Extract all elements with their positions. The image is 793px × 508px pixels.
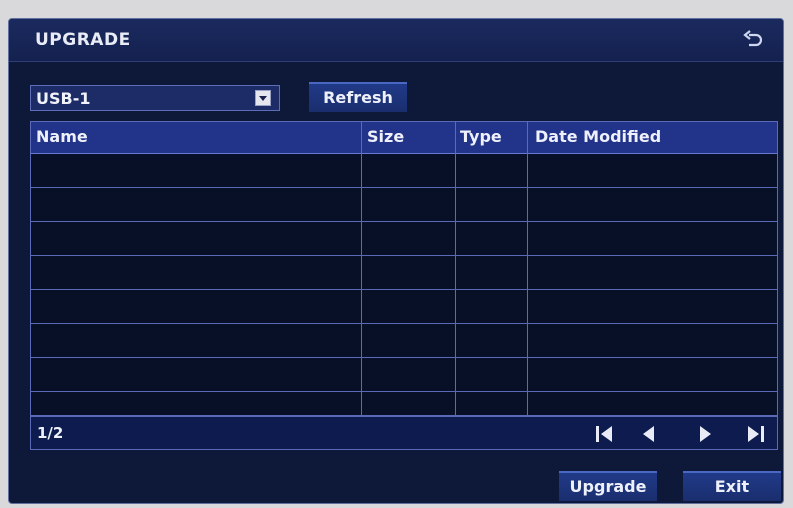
- upgrade-button[interactable]: Upgrade: [559, 471, 657, 501]
- table-row[interactable]: [31, 154, 777, 187]
- upgrade-dialog: UPGRADE USB-1 Refresh Name Size Type Dat…: [8, 18, 784, 504]
- device-select-value: USB-1: [36, 89, 91, 108]
- file-table: Name Size Type Date Modified: [30, 121, 778, 416]
- table-row[interactable]: [31, 188, 777, 221]
- column-header-name: Name: [36, 127, 88, 146]
- table-row[interactable]: [31, 392, 777, 415]
- refresh-button[interactable]: Refresh: [309, 82, 407, 112]
- first-page-icon[interactable]: [593, 423, 615, 445]
- column-header-size: Size: [367, 127, 405, 146]
- previous-page-icon[interactable]: [637, 423, 659, 445]
- table-row[interactable]: [31, 222, 777, 255]
- table-row[interactable]: [31, 324, 777, 357]
- table-header: Name Size Type Date Modified: [31, 122, 777, 154]
- page-indicator: 1/2: [37, 424, 64, 442]
- chevron-down-icon[interactable]: [255, 90, 271, 106]
- column-header-type: Type: [460, 127, 502, 146]
- back-arrow-icon[interactable]: [741, 28, 765, 52]
- last-page-icon[interactable]: [745, 423, 767, 445]
- next-page-icon[interactable]: [695, 423, 717, 445]
- dialog-title: UPGRADE: [35, 30, 131, 50]
- title-bar: UPGRADE: [9, 19, 783, 62]
- exit-button[interactable]: Exit: [683, 471, 781, 501]
- table-row[interactable]: [31, 256, 777, 289]
- table-row[interactable]: [31, 358, 777, 391]
- pagination-bar: 1/2: [30, 416, 778, 450]
- column-header-date-modified: Date Modified: [535, 127, 662, 146]
- device-select[interactable]: USB-1: [30, 85, 280, 111]
- table-row[interactable]: [31, 290, 777, 323]
